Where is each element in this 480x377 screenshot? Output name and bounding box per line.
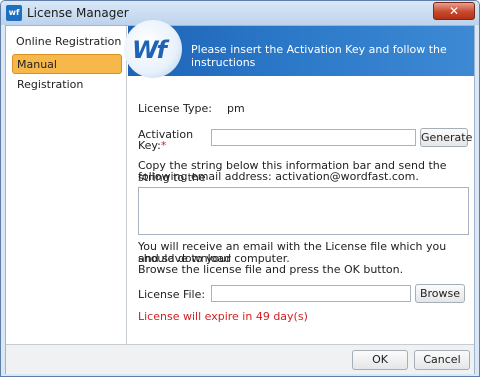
license-type-label: License Type: xyxy=(138,102,212,115)
browse-button[interactable]: Browse xyxy=(415,284,465,303)
sidebar: Online Registration Manual Registration xyxy=(6,26,127,344)
title-bar[interactable]: wf License Manager ✕ xyxy=(1,1,479,25)
request-string-textarea[interactable] xyxy=(138,187,469,235)
copy-instructions-line2: following email address: activation@word… xyxy=(138,170,419,183)
close-button[interactable]: ✕ xyxy=(433,2,475,20)
manual-registration-panel: Wf Please insert the Activation Key and … xyxy=(124,20,474,344)
receive-info-line3: Browse the license file and press the OK… xyxy=(138,263,404,276)
activation-key-label-second-line: Key:* xyxy=(138,139,166,152)
license-file-label: License File: xyxy=(138,288,206,301)
wordfast-logo: Wf xyxy=(124,20,182,78)
required-asterisk: * xyxy=(160,139,167,152)
info-banner: Wf Please insert the Activation Key and … xyxy=(124,20,474,78)
banner-instructions: Please insert the Activation Key and fol… xyxy=(191,43,447,69)
sidebar-item-online-registration[interactable]: Online Registration xyxy=(12,32,122,52)
license-manager-window: wf License Manager ✕ Online Registration… xyxy=(0,0,480,377)
logo-text: Wf xyxy=(132,36,167,64)
dialog-footer: OK Cancel xyxy=(6,344,474,374)
sidebar-item-label: Manual Registration xyxy=(17,58,84,91)
license-type-value: pm xyxy=(227,102,245,115)
sidebar-item-label: Online Registration xyxy=(16,35,122,48)
close-icon: ✕ xyxy=(448,4,460,18)
window-title: License Manager xyxy=(27,6,129,20)
client-area: Online Registration Manual Registration … xyxy=(5,20,475,374)
wf-app-icon: wf xyxy=(6,5,22,21)
activation-key-label-line2: Key: xyxy=(138,139,161,152)
generate-button[interactable]: Generate xyxy=(420,128,472,147)
activation-key-input[interactable] xyxy=(211,129,416,146)
license-file-input[interactable] xyxy=(211,285,411,302)
cancel-button[interactable]: Cancel xyxy=(414,350,470,370)
ok-button[interactable]: OK xyxy=(352,350,408,370)
license-expiry-text: License will expire in 49 day(s) xyxy=(138,310,308,323)
sidebar-item-manual-registration[interactable]: Manual Registration xyxy=(12,54,122,91)
